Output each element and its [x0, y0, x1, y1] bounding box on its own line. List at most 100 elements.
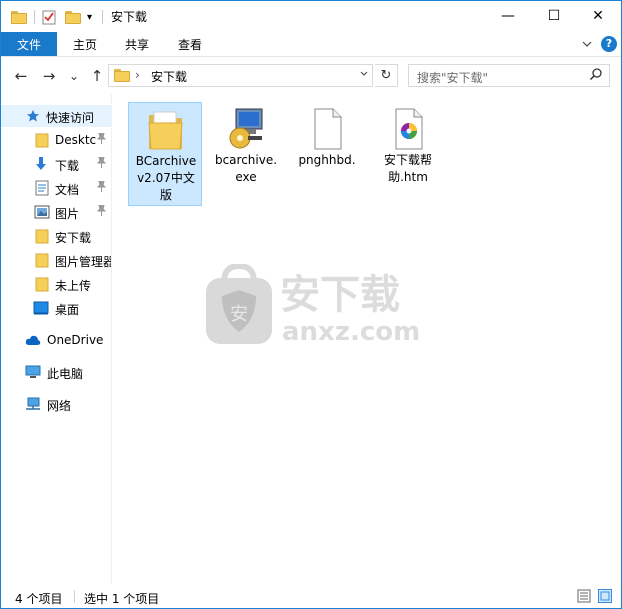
title-separator	[34, 10, 35, 24]
file-name-line: v2.07中文	[137, 171, 195, 185]
search-box[interactable]: 搜索"安下载"	[408, 64, 610, 87]
sidebar-item-this-pc[interactable]: 此电脑	[1, 361, 111, 383]
file-name-line: exe	[235, 170, 257, 184]
file-name-line: 版	[159, 188, 172, 202]
minimize-button[interactable]: —	[485, 1, 531, 31]
status-separator	[74, 590, 75, 603]
tab-home[interactable]: 主页	[65, 32, 105, 56]
file-name: pnghhbd.	[290, 152, 364, 169]
tab-file[interactable]: 文件	[1, 32, 57, 56]
file-item-htm[interactable]: 安下载帮 助.htm	[371, 102, 445, 206]
status-bar: 4 个项目 选中 1 个项目	[1, 584, 621, 608]
ribbon-expand-icon[interactable]	[581, 38, 593, 50]
file-name-line: BCarchive	[135, 154, 197, 168]
sidebar-item-pictures[interactable]: 图片	[1, 201, 111, 223]
up-button[interactable]: ↑	[87, 66, 107, 86]
desktop-icon	[33, 300, 49, 316]
properties-icon[interactable]	[41, 7, 57, 27]
title-bar: ▾ 安下载 — ☐ ✕	[1, 1, 621, 32]
title-folder-icon	[11, 7, 27, 27]
explorer-window: ▾ 安下载 — ☐ ✕ 文件 主页 共享 查看 ? ← → ⌄ ↑ › 安下载	[0, 0, 622, 609]
file-item-blank[interactable]: pnghhbd.	[290, 102, 364, 206]
pin-icon	[96, 204, 107, 219]
title-separator	[102, 10, 103, 24]
star-icon	[25, 108, 41, 124]
download-icon	[33, 156, 49, 172]
navigation-pane: 快速访问 Desktc 下载 文档 图片 安下载 图片管理器 未上传 桌面 On…	[1, 94, 112, 584]
customize-toolbar-icon[interactable]: ▾	[87, 7, 92, 27]
refresh-button[interactable]: ↻	[375, 64, 398, 87]
file-item-exe[interactable]: bcarchive. exe	[209, 102, 283, 206]
folder-icon	[34, 132, 50, 148]
watermark-shield-char: 安	[230, 304, 248, 325]
tab-view[interactable]: 查看	[170, 32, 210, 56]
sidebar-item-desktop-pinned[interactable]: Desktc	[1, 129, 111, 151]
maximize-button[interactable]: ☐	[531, 1, 577, 31]
sidebar-item-label: 文档	[55, 183, 80, 197]
sidebar-item-anxiazai[interactable]: 安下载	[1, 225, 111, 247]
sidebar-item-label: 此电脑	[47, 367, 84, 381]
address-bar[interactable]: › 安下载	[108, 64, 373, 87]
sidebar-item-not-uploaded[interactable]: 未上传	[1, 273, 111, 295]
folder-icon	[34, 252, 50, 268]
sidebar-item-onedrive[interactable]: OneDrive	[1, 329, 111, 351]
sidebar-item-label: 下载	[55, 159, 80, 173]
sidebar-item-desktop[interactable]: 桌面	[1, 297, 111, 319]
file-name-line: bcarchive.	[214, 153, 278, 167]
sidebar-item-downloads[interactable]: 下载	[1, 153, 111, 175]
selection-count: 选中 1 个项目	[84, 592, 160, 606]
forward-button[interactable]: →	[39, 66, 59, 86]
computer-icon	[25, 364, 41, 380]
address-folder-icon	[114, 69, 130, 82]
installer-icon	[226, 106, 266, 152]
folder-icon	[34, 228, 50, 244]
sidebar-item-picture-manager[interactable]: 图片管理器	[1, 249, 112, 271]
sidebar-item-label: 图片管理器	[55, 255, 112, 269]
item-count: 4 个项目	[15, 592, 63, 606]
file-name: bcarchive. exe	[209, 152, 283, 186]
sidebar-item-quick-access[interactable]: 快速访问	[1, 105, 111, 127]
file-name: BCarchive v2.07中文 版	[129, 153, 203, 204]
recent-locations-button[interactable]: ⌄	[64, 66, 84, 86]
help-icon[interactable]: ?	[601, 36, 617, 52]
sidebar-item-label: 图片	[55, 207, 80, 221]
file-name: 安下载帮 助.htm	[371, 152, 445, 186]
document-icon	[34, 180, 50, 196]
sidebar-item-label: 安下载	[55, 231, 92, 245]
watermark-title: 安下载	[280, 272, 400, 318]
pin-icon	[96, 180, 107, 195]
tab-share[interactable]: 共享	[117, 32, 157, 56]
sidebar-item-network[interactable]: 网络	[1, 393, 111, 415]
navigation-bar: ← → ⌄ ↑ › 安下载 ↻ 搜索"安下载"	[1, 58, 621, 94]
cloud-icon	[25, 332, 41, 348]
address-dropdown-icon[interactable]	[359, 69, 369, 82]
file-item-folder[interactable]: BCarchive v2.07中文 版	[128, 102, 202, 206]
close-button[interactable]: ✕	[575, 1, 621, 31]
watermark-url: anxz.com	[282, 317, 419, 346]
sidebar-item-label: OneDrive	[47, 333, 104, 347]
htm-file-icon	[388, 106, 428, 152]
sidebar-item-label: 网络	[47, 399, 72, 413]
folder-icon	[34, 276, 50, 292]
pin-icon	[96, 156, 107, 171]
watermark-logo-icon: 安 安下载 anxz.com	[206, 262, 420, 347]
file-name-line: 安下载帮	[383, 153, 432, 167]
sidebar-item-label: 桌面	[55, 303, 80, 317]
search-icon[interactable]	[589, 67, 603, 85]
sidebar-item-documents[interactable]: 文档	[1, 177, 111, 199]
watermark: 安 安下载 anxz.com	[204, 262, 420, 347]
large-icons-view-icon[interactable]	[598, 589, 612, 603]
file-name-line: pnghhbd.	[298, 153, 356, 167]
window-title: 安下载	[111, 10, 148, 24]
breadcrumb-separator[interactable]: ›	[135, 68, 140, 82]
sidebar-item-label: 快速访问	[46, 111, 95, 125]
details-view-icon[interactable]	[577, 589, 591, 603]
file-name-line: 助.htm	[388, 170, 428, 184]
back-button[interactable]: ←	[11, 66, 31, 86]
new-folder-icon[interactable]	[65, 7, 81, 27]
breadcrumb-item[interactable]: 安下载	[151, 68, 187, 85]
search-placeholder: 搜索"安下载"	[417, 71, 489, 85]
sidebar-item-label: Desktc	[55, 133, 97, 147]
ribbon-tabs: 文件 主页 共享 查看 ?	[1, 32, 621, 57]
network-icon	[25, 396, 41, 412]
